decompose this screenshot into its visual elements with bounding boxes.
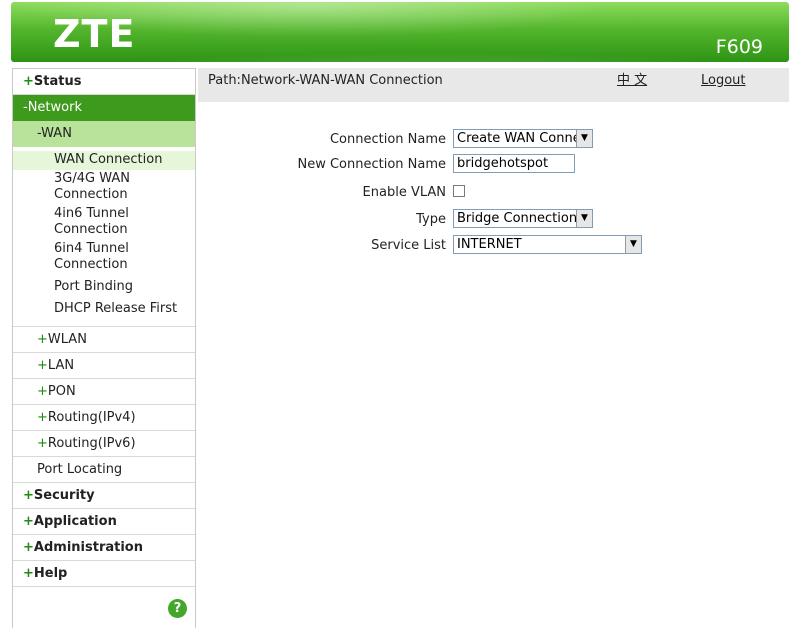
expand-icon: + xyxy=(37,409,48,425)
sidebar-item-label: LAN xyxy=(47,357,75,373)
expand-icon: + xyxy=(23,539,34,555)
zte-logo: ZTE xyxy=(53,12,136,56)
sidebar-item-label: -WAN xyxy=(37,126,72,141)
connection-name-value: Create WAN Conne xyxy=(457,131,581,146)
sidebar-item-label: Administration xyxy=(33,539,143,555)
sidebar-item-label: Security xyxy=(33,487,95,503)
sidebar-item-dhcp-release-first[interactable]: DHCP Release First xyxy=(13,299,195,320)
type-value: Bridge Connection xyxy=(457,211,578,226)
logout-link[interactable]: Logout xyxy=(701,68,746,94)
sidebar-item-4in6-tunnel-connection[interactable]: 4in6 Tunnel Connection xyxy=(13,205,195,240)
sidebar-item-pon[interactable]: +PON xyxy=(13,379,195,405)
sidebar-item-wan-connection[interactable]: WAN Connection xyxy=(13,151,195,170)
wan-submenu: WAN Connection 3G/4G WAN Connection 4in6… xyxy=(13,147,195,327)
sidebar-item-label: Status xyxy=(33,74,82,89)
sidebar-item-security[interactable]: +Security xyxy=(13,483,195,509)
connection-name-row: Connection Name Create WAN Conne ▼ xyxy=(198,129,789,151)
path-bar: Path:Network-WAN-WAN Connection 中 文 Logo… xyxy=(198,68,789,102)
expand-icon: + xyxy=(23,565,34,581)
service-list-label: Service List xyxy=(371,238,446,253)
expand-icon: + xyxy=(23,74,34,89)
enable-vlan-checkbox[interactable] xyxy=(453,185,465,197)
dropdown-arrow-icon: ▼ xyxy=(576,210,592,227)
expand-icon: + xyxy=(23,513,34,529)
type-select[interactable]: Bridge Connection ▼ xyxy=(453,209,593,228)
connection-name-select[interactable]: Create WAN Conne ▼ xyxy=(453,129,593,148)
sidebar: +Status -Network -WAN WAN Connection 3G/… xyxy=(12,68,196,628)
sidebar-item-label: Routing(IPv6) xyxy=(47,435,136,451)
sidebar-item-6in4-tunnel-connection[interactable]: 6in4 Tunnel Connection xyxy=(13,240,195,275)
expand-icon: + xyxy=(23,487,34,503)
expand-icon: + xyxy=(37,357,48,373)
sidebar-item-wlan[interactable]: +WLAN xyxy=(13,327,195,353)
sidebar-item-port-binding[interactable]: Port Binding xyxy=(13,277,195,298)
type-row: Type Bridge Connection ▼ xyxy=(198,209,789,231)
type-label: Type xyxy=(416,212,446,227)
expand-icon: + xyxy=(37,383,48,399)
new-connection-name-input[interactable]: bridgehotspot xyxy=(453,154,575,173)
enable-vlan-label: Enable VLAN xyxy=(362,185,446,200)
sidebar-item-application[interactable]: +Application xyxy=(13,509,195,535)
sidebar-item-help[interactable]: +Help xyxy=(13,561,195,587)
expand-icon: + xyxy=(37,331,48,347)
service-list-row: Service List INTERNET ▼ xyxy=(198,235,789,257)
sidebar-item-label: Help xyxy=(33,565,68,581)
sidebar-item-administration[interactable]: +Administration xyxy=(13,535,195,561)
sidebar-item-3g4g-wan-connection[interactable]: 3G/4G WAN Connection xyxy=(13,170,195,205)
sidebar-item-label: WLAN xyxy=(47,331,87,347)
sidebar-item-port-locating[interactable]: Port Locating xyxy=(13,457,195,483)
breadcrumb: Path:Network-WAN-WAN Connection xyxy=(208,73,443,88)
connection-name-label: Connection Name xyxy=(329,132,446,147)
new-connection-name-row: New Connection Name bridgehotspot xyxy=(198,154,789,176)
sidebar-item-label: PON xyxy=(47,383,76,399)
dropdown-arrow-icon: ▼ xyxy=(576,130,592,147)
sidebar-item-label: Application xyxy=(33,513,117,529)
help-icon[interactable]: ? xyxy=(168,599,187,618)
sidebar-item-status[interactable]: +Status xyxy=(13,69,195,95)
sidebar-item-label: Port Locating xyxy=(37,461,123,477)
sidebar-item-lan[interactable]: +LAN xyxy=(13,353,195,379)
device-model: F609 xyxy=(715,36,763,58)
enable-vlan-row: Enable VLAN xyxy=(198,182,789,204)
new-connection-name-label: New Connection Name xyxy=(297,157,446,172)
sidebar-item-network[interactable]: -Network xyxy=(13,95,195,121)
sidebar-item-routing-ipv4[interactable]: +Routing(IPv4) xyxy=(13,405,195,431)
expand-icon: + xyxy=(37,435,48,451)
main-content: Path:Network-WAN-WAN Connection 中 文 Logo… xyxy=(198,68,789,628)
language-link[interactable]: 中 文 xyxy=(617,68,647,94)
sidebar-item-label: -Network xyxy=(23,100,82,115)
header-banner: ZTE F609 xyxy=(11,2,789,62)
sidebar-item-routing-ipv6[interactable]: +Routing(IPv6) xyxy=(13,431,195,457)
service-list-select[interactable]: INTERNET ▼ xyxy=(453,235,642,254)
service-list-value: INTERNET xyxy=(457,237,522,252)
sidebar-item-wan[interactable]: -WAN xyxy=(13,121,195,147)
sidebar-item-label: Routing(IPv4) xyxy=(47,409,136,425)
dropdown-arrow-icon: ▼ xyxy=(625,236,641,253)
